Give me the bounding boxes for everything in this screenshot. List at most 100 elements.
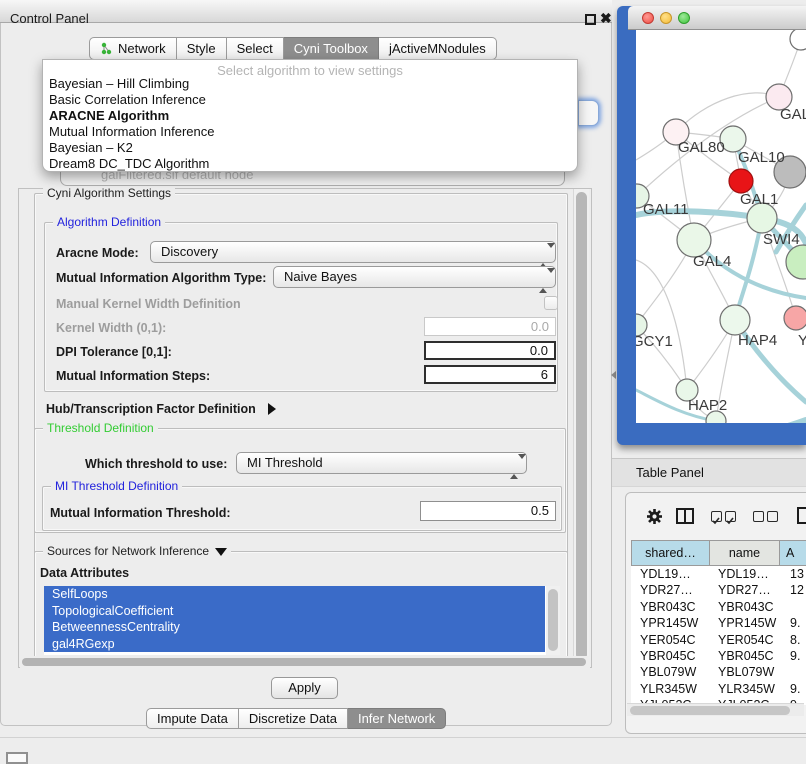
attribute-item[interactable]: gal4RGexp bbox=[44, 636, 545, 653]
tab-cyni-toolbox[interactable]: Cyni Toolbox bbox=[284, 37, 379, 60]
column-header-name[interactable]: name bbox=[710, 540, 780, 566]
table-cell[interactable]: YPR145W bbox=[631, 615, 710, 631]
table-cell[interactable]: YDR27… bbox=[710, 582, 780, 598]
kernel-width-field[interactable]: 0.0 bbox=[424, 317, 556, 336]
attribute-item[interactable]: TopologicalCoefficient bbox=[44, 603, 545, 620]
network-node-labels: GAL GAL80 GAL10 GAL1 GAL11 SWI4 GAL4 GCY… bbox=[636, 106, 806, 414]
mi-threshold-legend: MI Threshold Definition bbox=[51, 479, 182, 493]
table-cell[interactable]: YBL079W bbox=[631, 664, 710, 680]
table-cell[interactable]: YLR345W bbox=[631, 681, 710, 697]
settings-vertical-scrollbar[interactable] bbox=[573, 189, 589, 667]
tab-select[interactable]: Select bbox=[227, 37, 284, 60]
table-cell[interactable]: YPR145W bbox=[710, 615, 780, 631]
tab-network[interactable]: Network bbox=[89, 37, 177, 60]
scrollbar-thumb[interactable] bbox=[576, 192, 587, 660]
scrollbar-thumb[interactable] bbox=[630, 706, 790, 715]
table-cell[interactable]: YDR27… bbox=[631, 582, 710, 598]
table-cell[interactable]: YDL19… bbox=[631, 566, 710, 582]
dpi-tolerance-label: DPI Tolerance [0,1]: bbox=[56, 345, 172, 359]
control-panel-tabbar: Network Style Select Cyni Toolbox jActiv… bbox=[89, 37, 497, 60]
mi-steps-field[interactable]: 6 bbox=[424, 365, 556, 384]
table-cell[interactable]: YDL19… bbox=[710, 566, 780, 582]
column-layout-icon[interactable] bbox=[676, 508, 694, 524]
tab-infer-network[interactable]: Infer Network bbox=[348, 708, 446, 729]
tab-jactivemnodules[interactable]: jActiveMNodules bbox=[379, 37, 497, 60]
node-label: SWI4 bbox=[763, 231, 800, 248]
aracne-mode-combo[interactable]: Discovery bbox=[150, 241, 556, 263]
table-cell[interactable]: YLR345W bbox=[710, 681, 780, 697]
zoom-traffic-light[interactable] bbox=[678, 12, 690, 24]
dpi-tolerance-field[interactable]: 0.0 bbox=[424, 341, 556, 360]
table-cell[interactable] bbox=[780, 664, 806, 680]
table-cell[interactable]: YBR045C bbox=[631, 648, 710, 664]
bottom-divider bbox=[0, 737, 806, 738]
tab-style[interactable]: Style bbox=[177, 37, 227, 60]
node-gal1[interactable] bbox=[729, 169, 753, 193]
dropdown-item[interactable]: Bayesian – K2 bbox=[49, 140, 133, 156]
which-threshold-combo[interactable]: MI Threshold bbox=[236, 452, 527, 474]
attributes-list: SelfLoops TopologicalCoefficient Between… bbox=[44, 586, 560, 655]
table-cell[interactable]: 9. bbox=[780, 681, 806, 697]
float-window-icon[interactable] bbox=[585, 14, 596, 25]
table-cell[interactable]: YER054C bbox=[710, 632, 780, 648]
table-cell[interactable] bbox=[780, 599, 806, 615]
close-icon[interactable]: ✖ bbox=[600, 10, 612, 27]
apply-button[interactable]: Apply bbox=[271, 677, 338, 699]
node-hap4[interactable] bbox=[720, 305, 750, 335]
mi-threshold-field[interactable]: 0.5 bbox=[420, 501, 556, 521]
attribute-item[interactable]: SelfLoops bbox=[44, 586, 545, 603]
algorithm-definition-legend: Algorithm Definition bbox=[53, 215, 165, 229]
close-traffic-light[interactable] bbox=[642, 12, 654, 24]
settings-horizontal-scrollbar[interactable] bbox=[20, 656, 590, 668]
minimized-panel-icon[interactable] bbox=[6, 752, 28, 764]
table-cell[interactable]: 12 bbox=[780, 582, 806, 598]
document-icon[interactable] bbox=[797, 507, 806, 524]
table-cell[interactable]: YER054C bbox=[631, 632, 710, 648]
table-cell[interactable]: YBL079W bbox=[710, 664, 780, 680]
network-nodes[interactable] bbox=[636, 30, 806, 423]
dropdown-item[interactable]: Basic Correlation Inference bbox=[49, 92, 206, 108]
select-all-columns-icon[interactable] bbox=[711, 511, 736, 522]
tab-discretize-data[interactable]: Discretize Data bbox=[239, 708, 348, 729]
manual-kernel-checkbox[interactable] bbox=[544, 296, 558, 310]
table-cell[interactable]: YBR045C bbox=[710, 648, 780, 664]
dropdown-item[interactable]: Mutual Information Inference bbox=[49, 124, 214, 140]
table-cell[interactable]: 9. bbox=[780, 615, 806, 631]
node[interactable] bbox=[790, 30, 806, 50]
node-gal4[interactable] bbox=[677, 223, 711, 257]
scrollbar-thumb[interactable] bbox=[22, 658, 586, 666]
table-cell[interactable]: YBR043C bbox=[631, 599, 710, 615]
node-label: GAL4 bbox=[693, 253, 731, 270]
dropdown-item-selected[interactable]: ARACNE Algorithm bbox=[49, 108, 169, 124]
stepper-arrows-icon bbox=[539, 271, 547, 291]
network-window-titlebar[interactable] bbox=[628, 6, 806, 30]
hub-definition-toggle[interactable]: Hub/Transcription Factor Definition bbox=[46, 400, 276, 418]
data-attributes-label: Data Attributes bbox=[40, 566, 129, 580]
tab-impute-data[interactable]: Impute Data bbox=[146, 708, 239, 729]
minimize-traffic-light[interactable] bbox=[660, 12, 672, 24]
column-header-shared-name[interactable]: shared… bbox=[631, 540, 710, 566]
table-horizontal-scrollbar[interactable] bbox=[627, 703, 804, 716]
table-cell[interactable]: 13 bbox=[780, 566, 806, 582]
node-label: GAL10 bbox=[738, 149, 785, 166]
scrollbar-thumb[interactable] bbox=[548, 589, 558, 651]
attributes-list-scrollbar[interactable] bbox=[546, 586, 560, 655]
deselect-all-columns-icon[interactable] bbox=[753, 511, 778, 522]
splitter-collapse-icon[interactable] bbox=[611, 371, 616, 379]
network-canvas[interactable]: GAL GAL80 GAL10 GAL1 GAL11 SWI4 GAL4 GCY… bbox=[636, 30, 806, 423]
table-cell[interactable]: 9. bbox=[780, 648, 806, 664]
collapse-down-icon bbox=[215, 548, 227, 556]
dropdown-item[interactable]: Bayesian – Hill Climbing bbox=[49, 76, 189, 92]
stepper-arrows-icon bbox=[539, 246, 547, 266]
sources-legend[interactable]: Sources for Network Inference bbox=[43, 544, 231, 558]
node[interactable] bbox=[784, 306, 806, 330]
dropdown-item[interactable]: Dream8 DC_TDC Algorithm bbox=[49, 156, 209, 172]
table-settings-gear-icon[interactable] bbox=[646, 508, 663, 530]
column-header-clipped[interactable]: A bbox=[780, 540, 806, 566]
focused-combo-fragment[interactable] bbox=[578, 100, 599, 126]
mi-type-combo[interactable]: Naive Bayes bbox=[273, 266, 556, 288]
table-cell[interactable]: 8. bbox=[780, 632, 806, 648]
table-cell[interactable]: YBR043C bbox=[710, 599, 780, 615]
attribute-item[interactable]: BetweennessCentrality bbox=[44, 619, 545, 636]
expand-right-icon bbox=[268, 403, 276, 415]
